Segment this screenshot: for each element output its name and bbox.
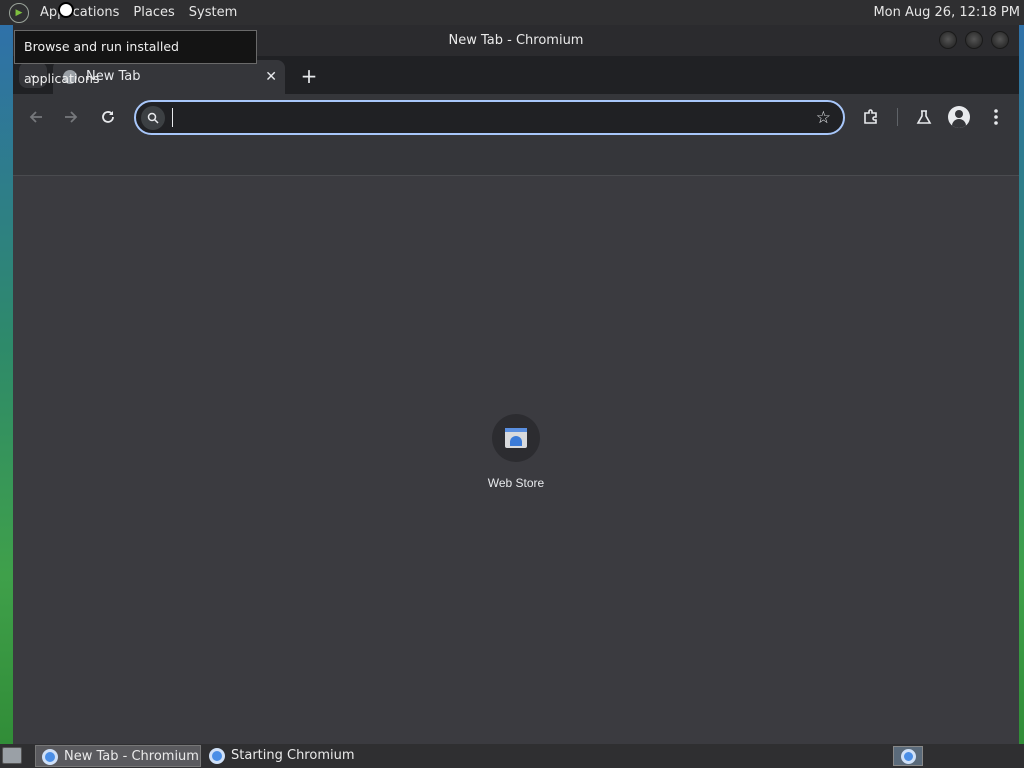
- show-desktop-icon[interactable]: [2, 747, 22, 764]
- menu-applications[interactable]: Applications: [33, 0, 126, 25]
- profile-avatar-icon[interactable]: [948, 106, 970, 128]
- menu-system[interactable]: System: [182, 0, 244, 25]
- close-window-button[interactable]: [991, 31, 1009, 49]
- kebab-menu-icon: [994, 109, 998, 125]
- browser-toolbar: ☆: [13, 94, 1019, 140]
- toolbar-separator: [897, 108, 898, 126]
- new-tab-page: Web Store: [13, 176, 1019, 744]
- close-tab-icon[interactable]: ✕: [265, 60, 277, 94]
- arrow-right-icon: [65, 111, 78, 123]
- browser-window: New Tab - Chromium ⌄ New Tab ✕ +: [13, 25, 1019, 744]
- labs-button[interactable]: [911, 104, 937, 130]
- search-icon: [141, 106, 165, 130]
- extensions-button[interactable]: [858, 104, 884, 130]
- webstore-icon: [505, 428, 527, 448]
- forward-button[interactable]: [58, 104, 84, 130]
- tooltip: Browse and run installed applications: [14, 30, 257, 86]
- taskbar-item-label: New Tab - Chromium: [64, 749, 199, 764]
- chromium-icon: [901, 749, 916, 764]
- chromium-icon: [42, 749, 58, 765]
- clock[interactable]: Mon Aug 26, 12:18 PM: [873, 5, 1024, 20]
- tray-chromium-button[interactable]: [893, 746, 923, 766]
- applications-logo-icon[interactable]: ▶: [9, 2, 29, 23]
- shortcut-icon-container: [492, 414, 540, 462]
- bottom-taskbar: New Tab - Chromium Starting Chromium: [0, 744, 1024, 768]
- new-tab-button[interactable]: +: [295, 62, 323, 90]
- window-controls: [939, 31, 1009, 49]
- shortcut-web-store[interactable]: Web Store: [476, 412, 556, 502]
- taskbar-item-new-tab-chromium[interactable]: New Tab - Chromium: [35, 745, 201, 767]
- reload-button[interactable]: [95, 104, 121, 130]
- omnibox-input[interactable]: [172, 108, 802, 127]
- address-bar[interactable]: ☆: [134, 100, 845, 135]
- chromium-icon: [209, 748, 225, 764]
- taskbar-item-label: Starting Chromium: [231, 748, 355, 763]
- window-title: New Tab - Chromium: [448, 33, 584, 48]
- top-panel: ▶ Applications Places System Mon Aug 26,…: [0, 0, 1024, 25]
- menu-places[interactable]: Places: [126, 0, 181, 25]
- maximize-button[interactable]: [965, 31, 983, 49]
- mouse-cursor-icon: [58, 2, 74, 18]
- minimize-button[interactable]: [939, 31, 957, 49]
- reload-icon: [102, 111, 114, 123]
- shortcut-label: Web Store: [487, 476, 545, 490]
- bookmark-star-icon[interactable]: ☆: [816, 106, 831, 130]
- puzzle-icon: [864, 109, 877, 124]
- flask-icon: [916, 110, 932, 124]
- back-button[interactable]: [23, 104, 49, 130]
- arrow-left-icon: [29, 111, 42, 123]
- chrome-menu-button[interactable]: [983, 104, 1009, 130]
- bookmarks-bar: [13, 140, 1019, 176]
- taskbar-item-starting-chromium[interactable]: Starting Chromium: [203, 745, 369, 767]
